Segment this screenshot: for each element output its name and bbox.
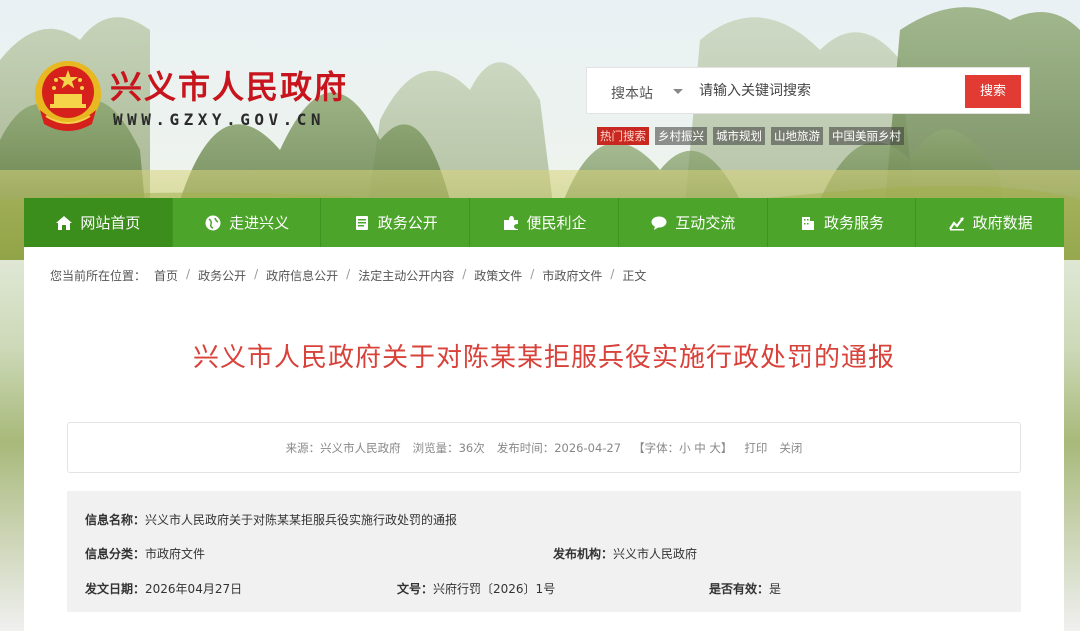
home-icon bbox=[56, 215, 73, 230]
hot-tag-link[interactable]: 山地旅游 bbox=[771, 127, 823, 145]
site-domain: WWW.GZXY.GOV.CN bbox=[113, 110, 325, 129]
hot-search-label: 热门搜索 bbox=[597, 127, 649, 145]
puzzle-icon bbox=[503, 215, 518, 230]
nav-item-label: 走进兴义 bbox=[229, 214, 290, 232]
breadcrumb-link[interactable]: 政策文件 bbox=[474, 267, 522, 284]
info-value: 2026年04月27日 bbox=[145, 582, 243, 596]
meta-views: 浏览量：36次 bbox=[412, 440, 485, 455]
chat-icon bbox=[651, 216, 667, 230]
info-org-row: 发布机构：兴义市人民政府 bbox=[553, 545, 697, 562]
hot-tag-link[interactable]: 乡村振兴 bbox=[655, 127, 707, 145]
nav-item-services[interactable]: 便民利企 bbox=[470, 198, 619, 247]
document-icon bbox=[355, 215, 368, 230]
info-value: 兴府行罚〔2026〕1号 bbox=[433, 582, 556, 596]
breadcrumb-link[interactable]: 政府信息公开 bbox=[266, 267, 338, 284]
info-value: 是 bbox=[769, 582, 782, 596]
info-label: 信息分类： bbox=[85, 547, 146, 561]
chevron-down-icon[interactable] bbox=[673, 89, 683, 94]
building-icon bbox=[801, 216, 814, 230]
chart-icon bbox=[948, 216, 964, 230]
nav-item-label: 互动交流 bbox=[675, 214, 736, 232]
info-docno-row: 文号：兴府行罚〔2026〕1号 bbox=[397, 580, 555, 597]
search-input[interactable] bbox=[699, 78, 959, 104]
breadcrumb-separator: / bbox=[254, 267, 259, 281]
nav-item-label: 网站首页 bbox=[80, 214, 141, 232]
search-button[interactable]: 搜索 bbox=[965, 75, 1021, 108]
info-label: 发布机构： bbox=[553, 547, 614, 561]
breadcrumb-separator: / bbox=[462, 267, 467, 281]
info-label: 信息名称： bbox=[85, 513, 146, 527]
info-name-row: 信息名称：兴义市人民政府关于对陈某某拒服兵役实施行政处罚的通报 bbox=[85, 511, 457, 528]
search-box: 搜本站 搜索 bbox=[586, 67, 1030, 114]
nav-item-label: 便民利企 bbox=[526, 214, 587, 232]
breadcrumb-link[interactable]: 法定主动公开内容 bbox=[358, 267, 454, 284]
nav-item-interaction[interactable]: 互动交流 bbox=[619, 198, 768, 247]
site-title[interactable]: 兴义市人民政府 bbox=[110, 62, 348, 108]
breadcrumb-link[interactable]: 政务公开 bbox=[198, 267, 246, 284]
breadcrumb-link[interactable]: 首页 bbox=[154, 267, 178, 284]
info-category-row: 信息分类：市政府文件 bbox=[85, 545, 205, 562]
nav-item-gov-affairs[interactable]: 政务公开 bbox=[321, 198, 471, 247]
hot-search-tags: 热门搜索 乡村振兴 城市规划 山地旅游 中国美丽乡村 bbox=[597, 127, 904, 145]
info-value: 兴义市人民政府 bbox=[613, 547, 698, 561]
nav-item-about[interactable]: 走进兴义 bbox=[173, 198, 322, 247]
breadcrumb-separator: / bbox=[610, 267, 615, 281]
nav-item-gov-data[interactable]: 政府数据 bbox=[916, 198, 1064, 247]
breadcrumb-separator: / bbox=[346, 267, 351, 281]
nav-item-label: 政务服务 bbox=[823, 214, 884, 232]
info-table: 信息名称：兴义市人民政府关于对陈某某拒服兵役实施行政处罚的通报 信息分类：市政府… bbox=[67, 491, 1021, 612]
content-panel: 您当前所在位置： 首页 / 政务公开 / 政府信息公开 / 法定主动公开内容 /… bbox=[24, 247, 1064, 631]
close-link[interactable]: 关闭 bbox=[779, 440, 802, 456]
main-nav: 网站首页 走进兴义 政务公开 便民利企 互动交流 政务服务 政府数据 bbox=[24, 198, 1064, 247]
info-date-row: 发文日期：2026年04月27日 bbox=[85, 580, 242, 597]
breadcrumb-separator: / bbox=[530, 267, 535, 281]
meta-source: 来源：兴义市人民政府 bbox=[285, 440, 401, 455]
font-size-control[interactable]: 【字体：小 中 大】 bbox=[633, 440, 732, 456]
nav-item-home[interactable]: 网站首页 bbox=[24, 198, 173, 247]
nav-item-gov-services[interactable]: 政务服务 bbox=[768, 198, 917, 247]
info-label: 发文日期： bbox=[85, 582, 146, 596]
nav-item-label: 政务公开 bbox=[377, 214, 438, 232]
info-value: 兴义市人民政府关于对陈某某拒服兵役实施行政处罚的通报 bbox=[145, 513, 458, 527]
breadcrumb-prefix: 您当前所在位置： bbox=[50, 269, 147, 283]
info-value: 市政府文件 bbox=[145, 547, 206, 561]
breadcrumb: 您当前所在位置： 首页 / 政务公开 / 政府信息公开 / 法定主动公开内容 /… bbox=[50, 267, 646, 284]
meta-published: 发布时间：2026-04-27 bbox=[496, 440, 622, 455]
hot-tag-link[interactable]: 城市规划 bbox=[713, 127, 765, 145]
info-valid-row: 是否有效：是 bbox=[709, 580, 781, 597]
article-title: 兴义市人民政府关于对陈某某拒服兵役实施行政处罚的通报 bbox=[192, 343, 895, 373]
search-scope-select[interactable]: 搜本站 bbox=[611, 83, 653, 103]
breadcrumb-separator: / bbox=[186, 267, 191, 281]
print-link[interactable]: 打印 bbox=[744, 440, 767, 456]
breadcrumb-current: 正文 bbox=[622, 269, 647, 283]
info-label: 文号： bbox=[397, 582, 434, 596]
info-label: 是否有效： bbox=[709, 582, 770, 596]
globe-icon bbox=[205, 215, 221, 230]
nav-item-label: 政府数据 bbox=[972, 214, 1033, 232]
article-meta-bar: 来源：兴义市人民政府 浏览量：36次 发布时间：2026-04-27 【字体：小… bbox=[67, 422, 1021, 473]
breadcrumb-link[interactable]: 市政府文件 bbox=[542, 267, 602, 284]
national-emblem-icon bbox=[32, 58, 104, 134]
hot-tag-link[interactable]: 中国美丽乡村 bbox=[829, 127, 904, 145]
